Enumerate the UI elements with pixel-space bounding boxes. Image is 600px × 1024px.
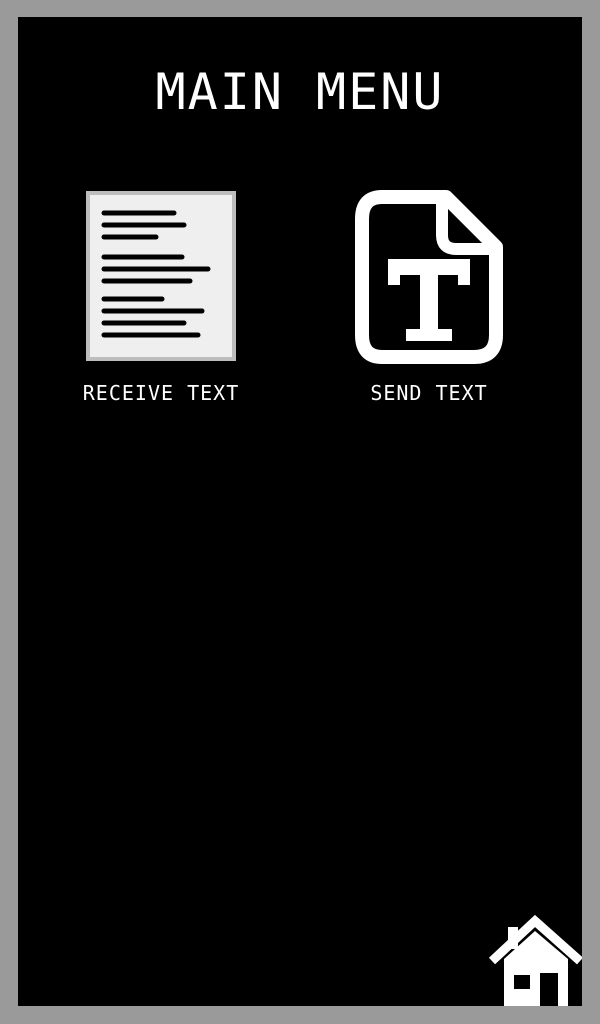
receive-text-label: RECEIVE TEXT bbox=[82, 381, 240, 405]
send-text-label: SEND TEXT bbox=[370, 381, 488, 405]
document-lines-icon bbox=[86, 189, 236, 364]
receive-text-button[interactable]: RECEIVE TEXT bbox=[68, 189, 254, 409]
send-text-button[interactable]: SEND TEXT bbox=[336, 189, 522, 409]
device-frame: MAIN MENU RECEIVE TEXT SEND TEXT bbox=[0, 0, 600, 1024]
main-menu-screen: MAIN MENU RECEIVE TEXT SEND TEXT bbox=[18, 17, 582, 1006]
page-title: MAIN MENU bbox=[155, 63, 445, 121]
home-icon bbox=[488, 914, 582, 1006]
text-file-icon bbox=[354, 189, 504, 364]
home-button[interactable] bbox=[488, 913, 582, 1006]
